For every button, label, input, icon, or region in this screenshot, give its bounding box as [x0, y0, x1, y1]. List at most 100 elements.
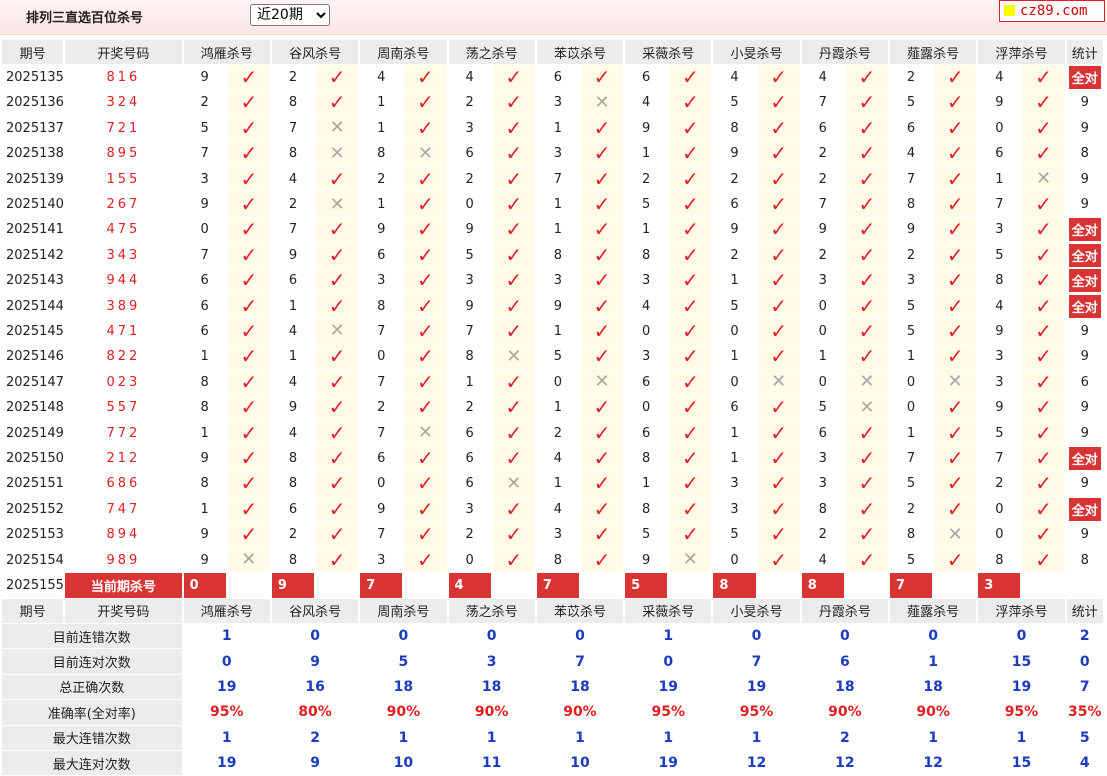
check-mark-cell: ✓ [669, 141, 714, 167]
check-icon: ✓ [240, 141, 258, 166]
stats-value: 18 [801, 674, 890, 701]
kill-number-cell: 6 [536, 65, 581, 91]
check-mark-cell: ✓ [227, 217, 272, 244]
check-mark-cell: ✓ [227, 243, 272, 269]
site-logo[interactable]: cz89.com [999, 0, 1105, 22]
check-mark-cell: ✓ [316, 370, 361, 396]
kill-number-cell: 0 [360, 344, 405, 371]
kill-number-cell: 3 [978, 217, 1023, 244]
check-mark-cell: ✓ [669, 370, 714, 396]
check-icon: ✓ [946, 446, 964, 470]
stats-value: 19 [183, 674, 272, 701]
check-icon: ✓ [417, 497, 434, 521]
stats-value: 1 [448, 725, 537, 751]
stats-value: 2 [271, 725, 361, 751]
check-mark-cell: ✓ [492, 141, 537, 167]
check-mark-cell: ✓ [934, 217, 979, 244]
draw-number-cell: 895 [65, 141, 184, 167]
check-icon: ✓ [240, 217, 258, 242]
stats-value: 0 [1066, 649, 1105, 675]
draw-number-cell: 772 [65, 420, 184, 447]
stats-value: 90% [448, 700, 537, 726]
kill-number-cell: 2 [713, 166, 758, 193]
check-icon: ✓ [505, 395, 523, 420]
column-header: 丹霞杀号 [801, 598, 890, 624]
draw-number-cell: 557 [65, 395, 184, 421]
check-mark-cell: ✓ [404, 293, 449, 320]
check-mark-cell: ✓ [669, 116, 714, 142]
kill-number-cell: 7 [890, 446, 935, 472]
check-icon: ✓ [240, 395, 258, 420]
period-select[interactable]: 近20期 [250, 4, 330, 26]
kill-number-cell: 0 [801, 293, 846, 320]
check-icon: ✓ [770, 319, 787, 343]
stats-value: 12 [890, 750, 979, 776]
kill-number-cell: 3 [625, 268, 670, 294]
check-icon: ✓ [328, 268, 346, 293]
check-mark-cell: ✓ [492, 166, 537, 193]
check-mark-cell: ✓ [316, 166, 361, 193]
check-mark-cell: ✓ [757, 293, 802, 320]
kill-number-cell: 8 [536, 547, 581, 574]
check-icon: ✓ [417, 65, 434, 90]
stat-cell: 9 [1066, 344, 1105, 371]
kill-number-cell: 5 [448, 243, 493, 269]
cross-mark-cell: ✕ [404, 141, 449, 167]
column-header: 荡之杀号 [448, 598, 537, 624]
kill-number-cell: 9 [536, 293, 581, 320]
check-icon: ✓ [240, 65, 258, 90]
kill-number-cell: 8 [183, 471, 228, 498]
check-mark-cell: ✓ [580, 522, 626, 548]
kill-number-cell: 1 [713, 344, 758, 371]
kill-number-cell: 2 [271, 65, 317, 91]
check-icon: ✓ [858, 217, 876, 242]
stats-value: 19 [625, 750, 714, 776]
cross-icon: ✕ [329, 117, 345, 139]
kill-number-cell: 8 [271, 471, 317, 498]
table-row: 2025149 772 1 ✓ 4 ✓ 7 ✕ 6 ✓ 2 ✓ 6 ✓ 1 ✓ 6 ✓ 1 ✓ 5 ✓ 9 [2, 420, 1105, 447]
check-icon: ✓ [858, 497, 876, 521]
check-icon: ✓ [505, 293, 523, 318]
check-mark-cell: ✓ [934, 497, 979, 523]
kill-number-cell: 1 [536, 192, 581, 218]
current-kill-number: 7 [536, 573, 581, 599]
table-row: 2025147 023 8 ✓ 4 ✓ 7 ✓ 1 ✓ 0 ✕ 6 ✓ 0 ✕ 0 ✕ 0 ✕ 3 ✓ 6 [2, 370, 1105, 396]
kill-number-cell: 4 [625, 293, 670, 320]
kill-number-cell: 9 [183, 65, 228, 91]
check-mark-cell: ✓ [934, 471, 979, 498]
kill-number-cell: 3 [183, 166, 228, 193]
kill-number-cell: 5 [713, 293, 758, 320]
check-icon: ✓ [770, 65, 787, 90]
check-mark-cell: ✓ [1022, 243, 1067, 269]
check-icon: ✓ [681, 522, 699, 547]
kill-number-cell: 9 [713, 141, 758, 167]
stat-cell: 全对 [1066, 497, 1105, 523]
check-mark-cell: ✓ [1022, 319, 1067, 345]
kill-number-cell: 7 [360, 522, 405, 548]
kill-number-cell: 2 [536, 420, 581, 447]
stats-value: 5 [1066, 725, 1105, 751]
period-cell: 2025151 [2, 471, 66, 498]
check-mark-cell: ✓ [757, 344, 802, 371]
cross-mark-cell: ✕ [404, 420, 449, 447]
check-icon: ✓ [593, 395, 611, 420]
stat-cell: 9 [1066, 522, 1105, 548]
kill-number-cell: 9 [271, 395, 317, 421]
check-mark-cell: ✓ [404, 522, 449, 548]
check-icon: ✓ [417, 446, 434, 470]
check-mark-cell: ✓ [757, 547, 802, 574]
check-mark-cell: ✓ [757, 471, 802, 498]
kill-number-cell: 6 [360, 446, 405, 472]
cross-icon: ✕ [1035, 168, 1052, 190]
check-mark-cell: ✓ [316, 65, 361, 91]
kill-number-cell: 8 [448, 344, 493, 371]
check-icon: ✓ [946, 217, 964, 242]
kill-number-cell: 7 [890, 166, 935, 193]
check-mark-cell: ✓ [757, 420, 802, 447]
check-mark-cell: ✓ [845, 141, 890, 167]
kill-number-cell: 4 [448, 65, 493, 91]
check-icon: ✓ [417, 471, 434, 496]
stat-cell: 全对 [1066, 446, 1105, 472]
check-mark-cell: ✓ [845, 192, 890, 218]
check-icon: ✓ [681, 395, 699, 420]
